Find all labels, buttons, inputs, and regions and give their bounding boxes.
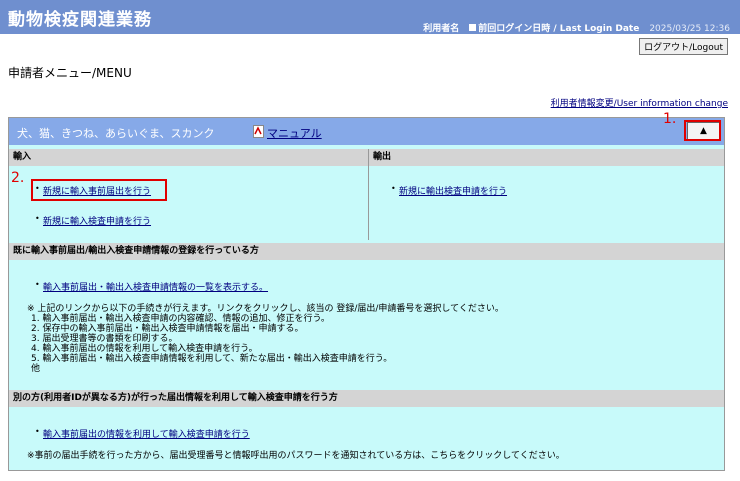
menu-panel: 犬、猫、きつね、あらいぐま、スカンク マニュアル ▲ 輸入 輸出 • 新規に輸入… xyxy=(8,117,725,471)
import-header: 輸入 xyxy=(9,149,368,166)
note-line: 4. 輸入事前届出の情報を利用して輸入検査申請を行う。 xyxy=(31,344,258,354)
app-title: 動物検疫関連業務 xyxy=(8,10,152,30)
other-user-header: 別の方(利用者IDが異なる方)が行った届出情報を利用して輸入検査申請を行う方 xyxy=(9,390,724,407)
other-user-note: ※事前の届出手続を行った方から、届出受理番号と情報呼出用のパスワードを通知されて… xyxy=(27,451,565,461)
other-user-import-inspection-link[interactable]: 輸入事前届出の情報を利用して輸入検査申請を行う xyxy=(43,427,250,440)
registered-list-link[interactable]: 輸入事前届出・輸出入検査申請情報の一覧を表示する。 xyxy=(43,280,268,293)
panel-header: 犬、猫、きつね、あらいぐま、スカンク マニュアル ▲ xyxy=(9,118,724,145)
note-line: 5. 輸入事前届出・輸出入検査申請情報を利用して、新たな届出・輸出入検査申請を行… xyxy=(31,354,393,364)
bullet-icon: • xyxy=(35,280,40,289)
last-login-label: 前回ログイン日時 / Last Login Date xyxy=(478,24,640,34)
manual-link[interactable]: マニュアル xyxy=(267,125,322,141)
page-title: 申請者メニュー/MENU xyxy=(8,66,132,80)
note-line: 3. 届出受理書等の書類を印刷する。 xyxy=(31,334,178,344)
login-info: 利用者名 前回ログイン日時 / Last Login Date 2025/03/25… xyxy=(423,21,730,34)
annotation-2: 2. xyxy=(11,170,25,186)
note-line: 1. 輸入事前届出・輸出入検査申請の内容確認、情報の追加、修正を行う。 xyxy=(31,314,330,324)
bullet-icon: • xyxy=(35,214,40,223)
column-divider xyxy=(368,149,369,240)
logout-button[interactable]: ログアウト/Logout xyxy=(639,38,728,55)
highlight-box-collapse xyxy=(684,120,721,141)
note-line: 他 xyxy=(31,364,41,374)
new-import-inspection-link[interactable]: 新規に輸入検査申請を行う xyxy=(43,214,151,227)
note-line: ※ 上記のリンクから以下の手続きが行えます。リンクをクリックし、該当の 登録/届… xyxy=(27,304,504,314)
bullet-icon: • xyxy=(35,427,40,436)
registered-header: 既に輸入事前届出/輸出入検査申請情報の登録を行っている方 xyxy=(9,243,724,260)
note-line: 2. 保存中の輸入事前届出・輸出入検査申請情報を届出・申請する。 xyxy=(31,324,304,334)
annotation-1: 1. xyxy=(663,111,677,127)
bullet-icon: • xyxy=(391,184,396,193)
user-info-change-link[interactable]: 利用者情報変更/User information change xyxy=(551,96,728,109)
last-login-date: 2025/03/25 12:36 xyxy=(649,24,730,34)
export-header: 輸出 xyxy=(369,149,724,166)
user-label: 利用者名 xyxy=(423,24,460,34)
highlight-box-import-notification xyxy=(31,179,167,201)
square-icon xyxy=(469,24,477,31)
new-export-inspection-link[interactable]: 新規に輸出検査申請を行う xyxy=(399,184,507,197)
pdf-icon xyxy=(253,125,264,138)
category-title: 犬、猫、きつね、あらいぐま、スカンク xyxy=(17,127,215,140)
app-header: 動物検疫関連業務 利用者名 前回ログイン日時 / Last Login Date 2… xyxy=(0,0,740,34)
